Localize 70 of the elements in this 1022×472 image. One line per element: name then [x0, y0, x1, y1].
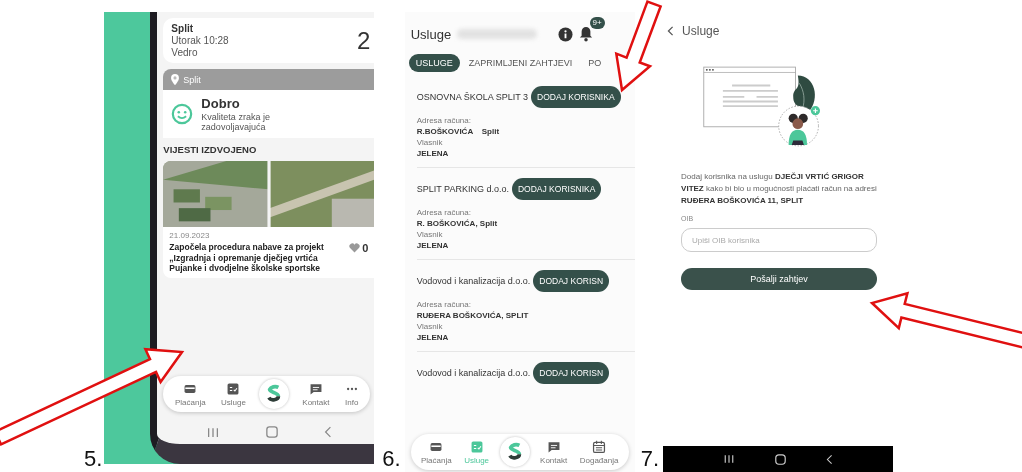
- home-icon: [265, 426, 278, 438]
- nav-tab[interactable]: Događanja: [577, 437, 621, 467]
- field-label: Vlasnik: [416, 138, 444, 147]
- notification-badge: 9+: [589, 17, 605, 29]
- instruction-text: Dodaj korisnika na uslugu DJEČJI VRTIĆ GRIGOR VITEZ kako bi bio u mogućnosti plaćati račun na adresi RUĐERA BOŠKOVIĆA 11, SPLIT: [681, 171, 878, 207]
- calendar-icon: [592, 439, 607, 454]
- like-count: 0: [362, 242, 369, 254]
- nav-tab[interactable]: Plaćanja: [173, 379, 208, 409]
- screen-title: Usluge: [410, 26, 452, 42]
- section-heading: VIJESTI IZDVOJENO: [163, 144, 258, 155]
- service-name: Vodovod i kanalizacija d.o.o.: [416, 276, 531, 286]
- pin-icon: [171, 74, 180, 85]
- field-label: Vlasnik: [416, 322, 444, 331]
- weather-condition: Vedro: [171, 47, 199, 58]
- logo-icon[interactable]: [259, 379, 290, 409]
- news-date: 21.09.2023: [169, 231, 211, 240]
- heart-icon: [349, 243, 361, 253]
- temperature: 2: [357, 26, 371, 55]
- city-name: Split: [171, 23, 195, 34]
- service-name: SPLIT PARKING d.o.o.: [416, 184, 509, 194]
- address-value: R.BOŠKOVIĆA Split: [416, 127, 501, 136]
- tab[interactable]: ZAPRIMLJENI ZAHTJEVI: [461, 54, 580, 72]
- owner-value: JELENA: [416, 149, 450, 158]
- home-icon[interactable]: [775, 453, 787, 465]
- field-label: Vlasnik: [416, 230, 444, 239]
- step-number: 5.: [84, 448, 103, 472]
- field-label: Adresa računa:: [416, 116, 472, 125]
- add-user-button[interactable]: DODAJ KORISNIKA: [511, 178, 602, 200]
- field-label: Adresa računa:: [416, 300, 472, 309]
- tab[interactable]: PO: [581, 54, 609, 72]
- service-name: Vodovod i kanalizacija d.o.o.: [416, 368, 531, 378]
- location-label: Split: [183, 74, 201, 85]
- air-quality-rating: Dobro: [201, 96, 241, 111]
- chevron-left-icon: [667, 26, 675, 36]
- recents-icon: [206, 426, 221, 438]
- chat-icon: [546, 439, 561, 454]
- add-user-button[interactable]: DODAJ KORISNIKA: [531, 86, 621, 108]
- back-icon[interactable]: [826, 453, 834, 465]
- step-number: 6.: [382, 448, 401, 472]
- nav-tab[interactable]: Plaćanja: [418, 437, 454, 467]
- bell-icon[interactable]: [578, 26, 593, 42]
- back-icon: [323, 426, 332, 438]
- checklist-icon: [469, 439, 484, 454]
- recents-icon[interactable]: [723, 454, 736, 464]
- service-name: OSNOVNA ŠKOLA SPLIT 3: [416, 92, 529, 102]
- day-time: Utorak 10:28: [171, 35, 229, 46]
- tab[interactable]: USLUGE: [408, 54, 460, 72]
- news-card[interactable]: 21.09.2023 Započela procedura nabave za projekt „Izgradnja i opremanje dječjeg vrtića Pujanke i dvodjelne školske sportske 0: [163, 161, 375, 278]
- address-value: RUĐERA BOŠKOVIĆA, SPLIT: [416, 311, 530, 320]
- nav-tab[interactable]: Info: [342, 379, 361, 409]
- air-quality-description: Kvaliteta zraka je zadovoljavajuća: [201, 112, 271, 132]
- logo-icon[interactable]: [499, 437, 530, 467]
- nav-tab[interactable]: Kontakt: [538, 437, 570, 467]
- nav-tab[interactable]: Kontakt: [300, 379, 332, 409]
- address-value: R. BOŠKOVIĆA, Split: [416, 219, 499, 228]
- news-headline: Započela procedura nabave za projekt „Izgradnja i opremanje dječjeg vrtića Pujanke i dvodjelne školske sportske: [169, 242, 325, 274]
- owner-value: JELENA: [416, 333, 450, 342]
- add-user-button[interactable]: DODAJ KORISN: [533, 270, 610, 292]
- info-icon[interactable]: [557, 26, 573, 42]
- back-link[interactable]: Usluge: [663, 12, 724, 38]
- submit-button[interactable]: Pošalji zahtjev: [681, 268, 878, 290]
- step-number: 7.: [640, 448, 660, 472]
- oib-input[interactable]: Upiši OIB korisnika: [681, 228, 878, 252]
- owner-value: JELENA: [416, 241, 450, 250]
- field-label: Adresa računa:: [416, 208, 472, 217]
- smiley-icon: [171, 103, 194, 125]
- nav-tab[interactable]: Usluge: [218, 379, 248, 409]
- add-user-button[interactable]: DODAJ KORISN: [533, 362, 610, 384]
- chat-icon: [308, 381, 323, 396]
- checklist-icon: [226, 381, 241, 396]
